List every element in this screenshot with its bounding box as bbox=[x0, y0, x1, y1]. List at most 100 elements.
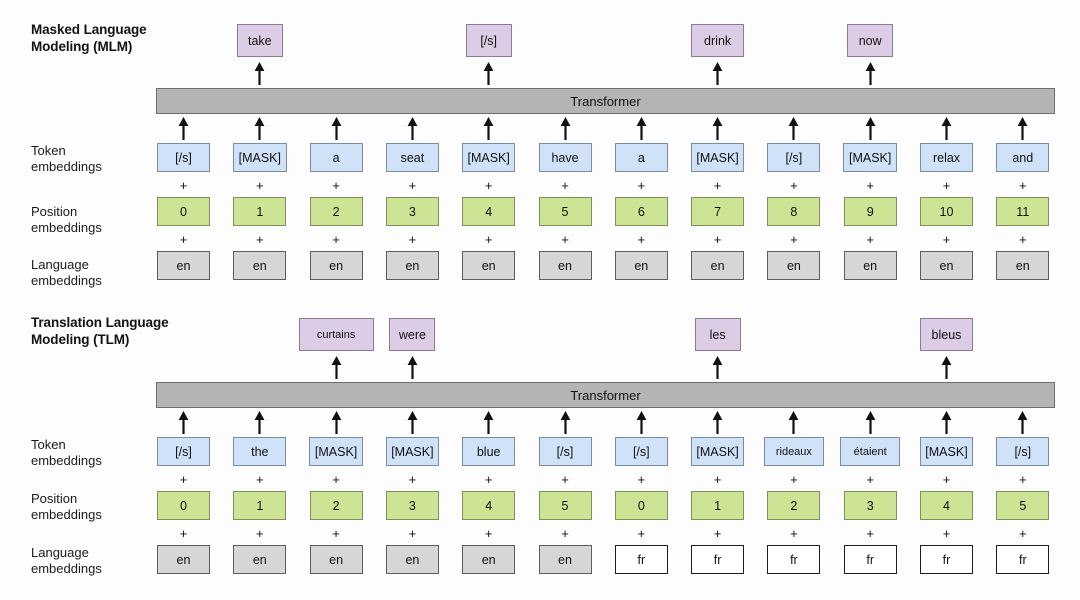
mlm-position-box: 7 bbox=[691, 197, 745, 226]
tlm-language-box: en bbox=[385, 545, 439, 574]
tlm-input-arrow bbox=[787, 411, 800, 439]
tlm-plus-sign: + bbox=[866, 472, 874, 487]
tlm-input-arrow bbox=[940, 411, 953, 439]
tlm-input-arrow bbox=[559, 411, 572, 439]
tlm-position-box: 0 bbox=[157, 491, 210, 520]
tlm-token-box: [/s] bbox=[157, 437, 210, 466]
mlm-output-box: now bbox=[847, 24, 894, 57]
mlm-language-box: en bbox=[385, 251, 439, 280]
mlm-position-box: 10 bbox=[920, 197, 973, 226]
mlm-plus-sign: + bbox=[790, 178, 798, 193]
mlm-language-box: en bbox=[614, 251, 668, 280]
mlm-input-arrow bbox=[559, 117, 572, 145]
mlm-input-arrow bbox=[330, 117, 343, 145]
mlm-token-box: seat bbox=[385, 143, 439, 172]
tlm-plus-sign: + bbox=[1019, 472, 1027, 487]
mlm-language-row-label: Language embeddings bbox=[31, 257, 102, 288]
mlm-token-box: relax bbox=[920, 143, 973, 172]
tlm-transformer-bar: Transformer bbox=[156, 382, 1055, 408]
mlm-transformer-label: Transformer bbox=[570, 93, 641, 109]
tlm-position-box: 2 bbox=[767, 491, 821, 520]
mlm-token-box: [MASK] bbox=[233, 143, 287, 172]
tlm-token-row-label: Token embeddings bbox=[31, 437, 102, 468]
mlm-language-box: en bbox=[157, 251, 210, 280]
tlm-position-box: 5 bbox=[996, 491, 1050, 520]
tlm-input-arrow bbox=[253, 411, 266, 439]
mlm-plus-sign: + bbox=[637, 232, 646, 247]
mlm-transformer-bar: Transformer bbox=[156, 88, 1055, 114]
mlm-language-box: en bbox=[767, 251, 821, 280]
tlm-token-box: [/s] bbox=[538, 437, 592, 466]
mlm-position-row-label: Position embeddings bbox=[31, 204, 102, 235]
mlm-position-box: 4 bbox=[462, 197, 516, 226]
tlm-output-box: les bbox=[694, 318, 741, 351]
tlm-input-arrow bbox=[177, 411, 190, 439]
tlm-output-arrow bbox=[330, 356, 343, 384]
tlm-plus-sign: + bbox=[561, 526, 569, 541]
mlm-input-arrow bbox=[864, 117, 877, 145]
mlm-language-box: en bbox=[233, 251, 287, 280]
mlm-token-box: a bbox=[614, 143, 668, 172]
mlm-token-box: [MASK] bbox=[843, 143, 897, 172]
mlm-language-box: en bbox=[996, 251, 1050, 280]
mlm-plus-sign: + bbox=[332, 178, 340, 193]
mlm-input-arrow bbox=[482, 117, 495, 145]
mlm-input-arrow bbox=[635, 117, 648, 145]
mlm-plus-sign: + bbox=[713, 178, 722, 193]
mlm-plus-sign: + bbox=[942, 232, 951, 247]
mlm-language-box: en bbox=[538, 251, 592, 280]
mlm-output-arrow bbox=[711, 62, 724, 90]
tlm-position-box: 2 bbox=[309, 491, 363, 520]
mlm-language-box: en bbox=[691, 251, 745, 280]
mlm-plus-sign: + bbox=[179, 178, 188, 193]
tlm-output-arrow bbox=[940, 356, 953, 384]
mlm-plus-sign: + bbox=[256, 232, 264, 247]
tlm-position-box: 4 bbox=[462, 491, 516, 520]
tlm-token-box: étaient bbox=[840, 437, 901, 466]
tlm-language-box: fr bbox=[691, 545, 745, 574]
mlm-plus-sign: + bbox=[256, 178, 264, 193]
mlm-input-arrow bbox=[940, 117, 953, 145]
mlm-language-box: en bbox=[843, 251, 897, 280]
mlm-language-box: en bbox=[920, 251, 973, 280]
tlm-output-arrow bbox=[711, 356, 724, 384]
tlm-transformer-label: Transformer bbox=[570, 387, 641, 403]
tlm-token-box: [/s] bbox=[614, 437, 668, 466]
mlm-token-box: a bbox=[309, 143, 363, 172]
tlm-language-box: en bbox=[157, 545, 210, 574]
mlm-language-box: en bbox=[309, 251, 363, 280]
mlm-token-box: and bbox=[996, 143, 1050, 172]
tlm-language-box: en bbox=[462, 545, 516, 574]
tlm-token-box: blue bbox=[462, 437, 516, 466]
mlm-plus-sign: + bbox=[637, 178, 646, 193]
tlm-language-box: en bbox=[538, 545, 592, 574]
mlm-plus-sign: + bbox=[942, 178, 951, 193]
mlm-plus-sign: + bbox=[713, 232, 722, 247]
mlm-plus-sign: + bbox=[866, 178, 874, 193]
tlm-plus-sign: + bbox=[179, 472, 188, 487]
mlm-position-box: 1 bbox=[233, 197, 287, 226]
mlm-output-arrow bbox=[864, 62, 877, 90]
tlm-input-arrow bbox=[711, 411, 724, 439]
mlm-plus-sign: + bbox=[484, 232, 493, 247]
tlm-input-arrow bbox=[1016, 411, 1029, 439]
tlm-plus-sign: + bbox=[408, 526, 417, 541]
mlm-input-arrow bbox=[1016, 117, 1029, 145]
tlm-language-box: fr bbox=[996, 545, 1050, 574]
mlm-input-arrow bbox=[787, 117, 800, 145]
tlm-input-arrow bbox=[864, 411, 877, 439]
tlm-token-box: [MASK] bbox=[309, 437, 363, 466]
tlm-token-box: [MASK] bbox=[385, 437, 440, 466]
mlm-plus-sign: + bbox=[408, 232, 417, 247]
mlm-plus-sign: + bbox=[1019, 178, 1027, 193]
tlm-output-box: were bbox=[389, 318, 436, 351]
tlm-plus-sign: + bbox=[484, 472, 493, 487]
tlm-language-box: en bbox=[233, 545, 287, 574]
mlm-output-box: drink bbox=[691, 24, 745, 57]
mlm-input-arrow bbox=[253, 117, 266, 145]
mlm-plus-sign: + bbox=[484, 178, 493, 193]
mlm-token-row-label: Token embeddings bbox=[31, 143, 102, 174]
mlm-input-arrow bbox=[711, 117, 724, 145]
mlm-token-box: [/s] bbox=[157, 143, 210, 172]
mlm-position-box: 0 bbox=[157, 197, 210, 226]
